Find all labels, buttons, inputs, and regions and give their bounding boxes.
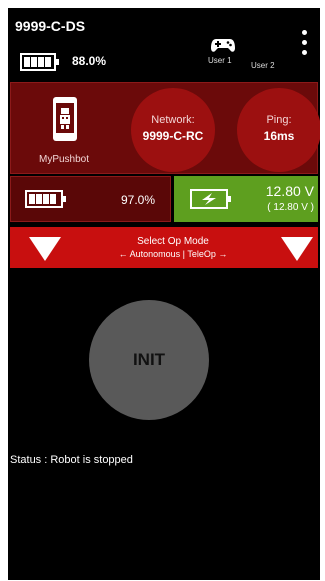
ping-circle: Ping: 16ms (237, 88, 320, 172)
overflow-menu-icon[interactable] (301, 30, 309, 62)
ds-battery-percent: 88.0% (72, 54, 107, 68)
user2-label[interactable]: User 2 (251, 61, 275, 70)
gamepad-icon (211, 39, 235, 52)
robot-name: MyPushbot (38, 154, 90, 165)
battery-icon (25, 190, 66, 208)
autonomous-dropdown-icon[interactable] (28, 236, 62, 262)
status-text: Status : Robot is stopped (10, 454, 133, 466)
user1-label: User 1 (208, 56, 232, 65)
opmode-subtitle: ← Autonomous | TeleOp → (118, 249, 228, 259)
robot-phone-icon (53, 97, 77, 141)
robot-voltage: 12.80 V (265, 183, 314, 199)
ping-value: 16ms (263, 129, 295, 143)
network-circle: Network: 9999-C-RC (131, 88, 215, 172)
app-title: 9999-C-DS (15, 18, 86, 34)
init-button[interactable]: INIT (89, 300, 209, 420)
ping-label: Ping: (266, 114, 292, 126)
charging-battery-icon (190, 189, 231, 209)
robot-voltage-secondary: ( 12.80 V ) (267, 202, 314, 213)
network-value: 9999-C-RC (142, 129, 204, 143)
driver-station-screen: 9999-C-DS 88.0% User 1 User 2 MyPushbot … (8, 8, 320, 580)
network-label: Network: (151, 114, 195, 126)
user1-gamepad[interactable]: User 1 (208, 36, 236, 65)
opmode-title[interactable]: Select Op Mode (78, 236, 268, 247)
init-label: INIT (132, 350, 166, 369)
battery-icon (20, 53, 59, 71)
teleop-dropdown-icon[interactable] (280, 236, 314, 262)
rc-battery-percent: 97.0% (121, 193, 156, 207)
